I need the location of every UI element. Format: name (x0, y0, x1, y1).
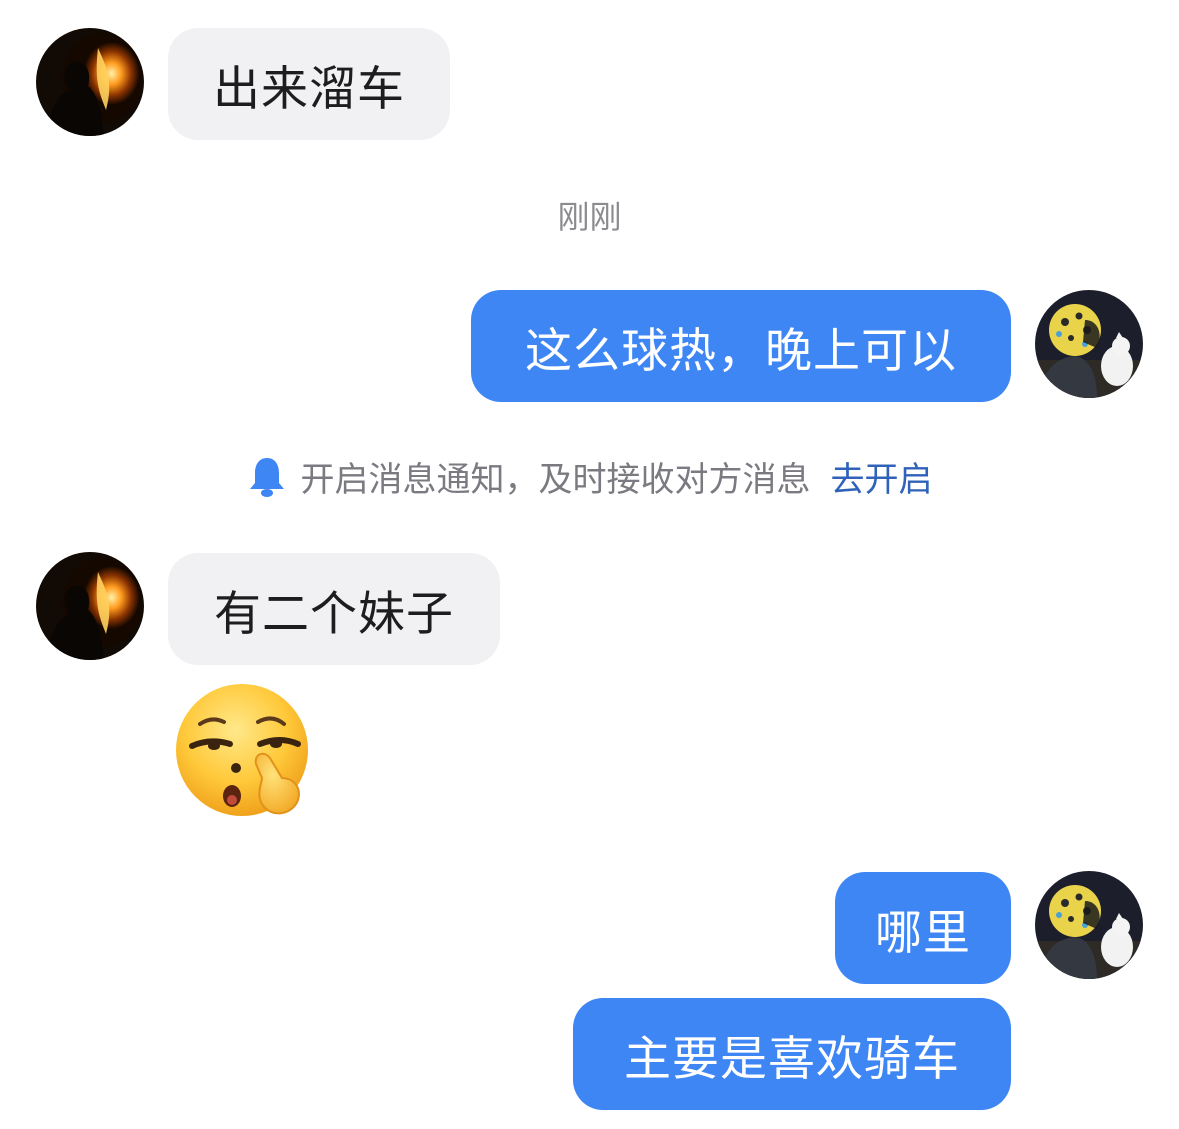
message-text: 哪里 (875, 905, 971, 961)
chat-thread: 出来溜车 刚刚 这么球热，晚上可以 开启消息通知，及时接收对方消息 去开启 有二… (0, 0, 1179, 1129)
message-text: 主要是喜欢骑车 (624, 1031, 960, 1087)
my-avatar[interactable] (1035, 290, 1143, 398)
helmet-rider-avatar-image (1035, 290, 1143, 398)
smirking-nose-pick-emoji-icon[interactable] (170, 682, 316, 822)
contact-avatar[interactable] (36, 552, 144, 660)
bell-icon (247, 455, 287, 499)
message-text: 有二个妹子 (214, 586, 454, 642)
contact-avatar[interactable] (36, 28, 144, 136)
outgoing-message-bubble[interactable]: 主要是喜欢骑车 (573, 998, 1011, 1110)
incoming-message-bubble[interactable]: 有二个妹子 (168, 553, 500, 665)
helmet-rider-avatar-image (1035, 871, 1143, 979)
enable-notification-link[interactable]: 去开启 (831, 452, 933, 501)
outgoing-message-bubble[interactable]: 这么球热，晚上可以 (471, 290, 1011, 402)
my-avatar[interactable] (1035, 871, 1143, 979)
fire-silhouette-avatar-image (36, 28, 144, 136)
fire-silhouette-avatar-image (36, 552, 144, 660)
message-timestamp: 刚刚 (557, 198, 622, 236)
notification-hint: 开启消息通知，及时接收对方消息 去开启 (0, 452, 1179, 501)
incoming-message-bubble[interactable]: 出来溜车 (168, 28, 450, 140)
message-text: 出来溜车 (213, 61, 405, 117)
outgoing-message-bubble[interactable]: 哪里 (835, 872, 1011, 984)
message-text: 这么球热，晚上可以 (525, 323, 957, 379)
notification-text: 开启消息通知，及时接收对方消息 (300, 460, 811, 500)
